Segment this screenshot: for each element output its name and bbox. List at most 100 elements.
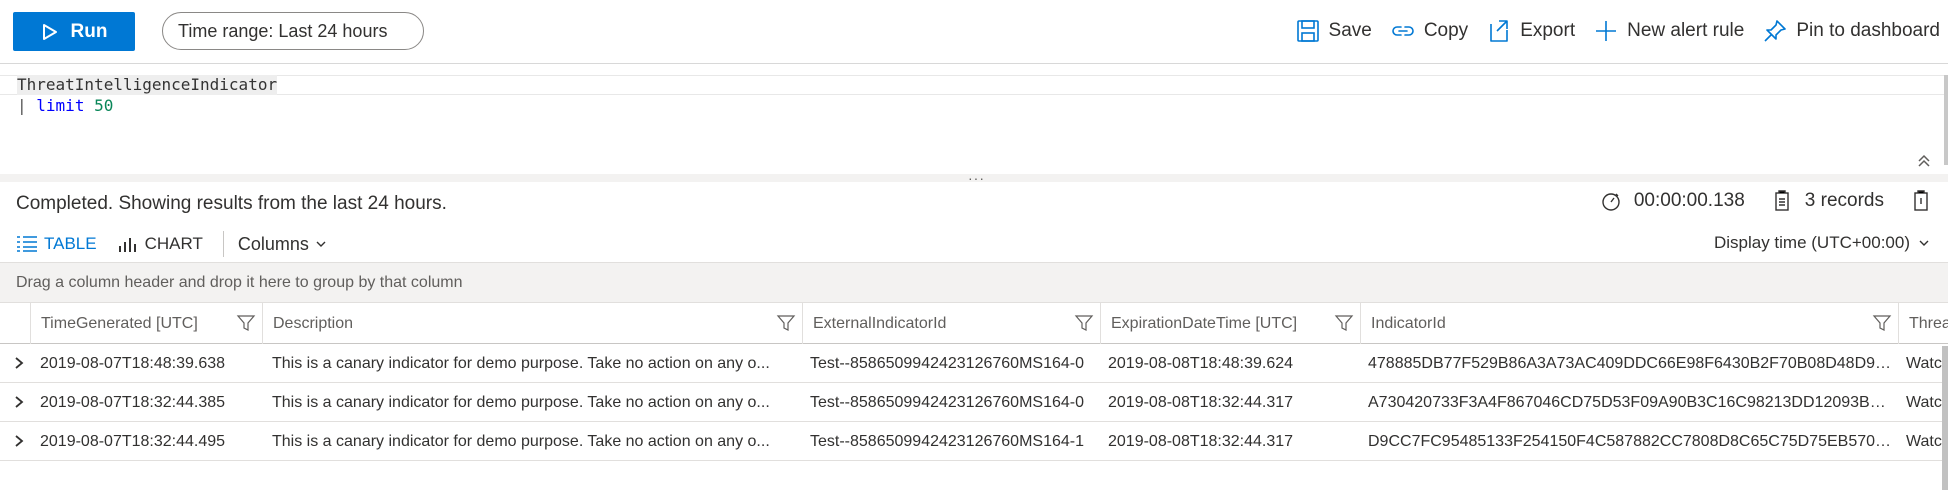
cell-timegenerated: 2019-08-07T18:48:39.638 bbox=[40, 355, 226, 372]
chevron-down-icon bbox=[1919, 240, 1929, 246]
query-stats: 00:00:00.138 3 records bbox=[1574, 190, 1944, 212]
cell-externalindicatorid: Test--8586509942423126760MS164-0 bbox=[810, 394, 1084, 411]
columns-dropdown[interactable]: Columns bbox=[238, 234, 327, 255]
results-table: TimeGenerated [UTC] Description External… bbox=[0, 303, 1948, 461]
column-header-label: TimeGenerated [UTC] bbox=[41, 315, 198, 332]
result-view-tabs: TABLE CHART Columns bbox=[16, 231, 327, 257]
column-header-externalindicatorid[interactable]: ExternalIndicatorId bbox=[802, 303, 1100, 344]
cell-threattype: Watc bbox=[1906, 394, 1942, 411]
tab-chart[interactable]: CHART bbox=[117, 234, 203, 254]
time-range-picker[interactable]: Time range: Last 24 hours bbox=[162, 12, 424, 50]
splitter-grip-icon[interactable]: ··· bbox=[968, 170, 985, 186]
editor-scrollbar[interactable] bbox=[1944, 75, 1948, 165]
export-label: Export bbox=[1520, 20, 1576, 41]
save-icon bbox=[1296, 20, 1319, 42]
table-row[interactable]: 2019-08-07T18:32:44.385 This is a canary… bbox=[0, 383, 1948, 422]
stopwatch-icon bbox=[1602, 193, 1620, 211]
copy-button[interactable]: Copy bbox=[1390, 18, 1468, 44]
pipe-operator: | bbox=[17, 96, 27, 115]
query-line-1: ThreatIntelligenceIndicator bbox=[17, 75, 278, 95]
query-status-message: Completed. Showing results from the last… bbox=[16, 193, 447, 214]
cell-threattype: Watc bbox=[1906, 433, 1942, 450]
cell-threattype: Watc bbox=[1906, 355, 1942, 372]
column-header-timegenerated[interactable]: TimeGenerated [UTC] bbox=[30, 303, 262, 344]
scrollbar-thumb[interactable] bbox=[1942, 346, 1948, 490]
time-range-label: Time range: bbox=[178, 20, 274, 41]
pin-icon bbox=[1764, 20, 1787, 42]
export-button[interactable]: Export bbox=[1486, 18, 1575, 44]
new-alert-rule-label: New alert rule bbox=[1627, 20, 1745, 41]
cell-indicatorid: A730420733F3A4F867046CD75D53F09A90B3C16C… bbox=[1368, 394, 1896, 411]
filter-icon[interactable] bbox=[236, 313, 256, 333]
clipboard-icon bbox=[1914, 190, 1928, 211]
duration-stat: 00:00:00.138 bbox=[1600, 190, 1745, 212]
cell-externalindicatorid: Test--8586509942423126760MS164-1 bbox=[810, 433, 1084, 450]
pin-to-dashboard-button[interactable]: Pin to dashboard bbox=[1762, 18, 1940, 44]
table-row[interactable]: 2019-08-07T18:48:39.638 This is a canary… bbox=[0, 344, 1948, 383]
duration-value: 00:00:00.138 bbox=[1633, 190, 1745, 211]
limit-keyword: limit bbox=[36, 96, 85, 115]
toolbar-actions: Save Copy Export New alert rule Pin to d… bbox=[1277, 14, 1940, 48]
chevron-down-icon bbox=[316, 241, 326, 247]
column-header-indicatorid[interactable]: IndicatorId bbox=[1360, 303, 1898, 344]
cell-description: This is a canary indicator for demo purp… bbox=[272, 394, 770, 411]
columns-label: Columns bbox=[237, 233, 309, 254]
cell-indicatorid: 478885DB77F529B86A3A73AC409DDC66E98F6430… bbox=[1368, 355, 1896, 372]
table-scrollbar[interactable] bbox=[1942, 346, 1948, 490]
column-header-expirationdatetime[interactable]: ExpirationDateTime [UTC] bbox=[1100, 303, 1360, 344]
records-stat: 3 records bbox=[1771, 190, 1884, 212]
cell-timegenerated: 2019-08-07T18:32:44.385 bbox=[40, 394, 226, 411]
pin-label: Pin to dashboard bbox=[1796, 20, 1940, 41]
query-editor[interactable]: ThreatIntelligenceIndicator | limit 50 bbox=[0, 65, 1948, 175]
tab-chart-label: CHART bbox=[144, 234, 203, 253]
tab-table-label: TABLE bbox=[44, 234, 97, 253]
collapse-up-icon[interactable] bbox=[1914, 151, 1934, 171]
group-by-drop-zone[interactable]: Drag a column header and drop it here to… bbox=[0, 262, 1948, 303]
cell-description: This is a canary indicator for demo purp… bbox=[272, 433, 770, 450]
cell-expirationdatetime: 2019-08-08T18:32:44.317 bbox=[1108, 394, 1294, 411]
cell-timegenerated: 2019-08-07T18:32:44.495 bbox=[40, 433, 226, 450]
filter-icon[interactable] bbox=[776, 313, 796, 333]
chevron-right-icon[interactable] bbox=[12, 434, 26, 448]
table-row[interactable]: 2019-08-07T18:32:44.495 This is a canary… bbox=[0, 422, 1948, 461]
tab-divider bbox=[222, 231, 224, 257]
link-icon bbox=[1392, 26, 1414, 36]
cell-description: This is a canary indicator for demo purp… bbox=[272, 355, 770, 372]
copy-results-button[interactable] bbox=[1910, 190, 1944, 212]
tab-table[interactable]: TABLE bbox=[16, 234, 97, 254]
cell-indicatorid: D9CC7FC95485133F254150F4C587882CC7808D8C… bbox=[1368, 433, 1896, 450]
clipboard-icon bbox=[1775, 190, 1789, 211]
plus-icon bbox=[1596, 21, 1617, 41]
save-button[interactable]: Save bbox=[1295, 18, 1372, 44]
column-header-label: IndicatorId bbox=[1371, 315, 1446, 332]
table-icon bbox=[17, 236, 37, 252]
play-icon bbox=[42, 23, 57, 40]
bar-chart-icon bbox=[118, 238, 136, 252]
query-line-2: | limit 50 bbox=[17, 96, 113, 116]
table-header-row: TimeGenerated [UTC] Description External… bbox=[0, 303, 1948, 344]
cell-expirationdatetime: 2019-08-08T18:48:39.624 bbox=[1108, 355, 1294, 372]
column-header-label: ExpirationDateTime [UTC] bbox=[1111, 315, 1298, 332]
chevron-right-icon[interactable] bbox=[12, 356, 26, 370]
column-header-threattype[interactable]: Threa bbox=[1898, 303, 1948, 344]
cell-externalindicatorid: Test--8586509942423126760MS164-0 bbox=[810, 355, 1084, 372]
column-header-description[interactable]: Description bbox=[262, 303, 802, 344]
query-toolbar: Run Time range: Last 24 hours Save Copy … bbox=[0, 0, 1948, 64]
new-alert-rule-button[interactable]: New alert rule bbox=[1593, 18, 1744, 44]
filter-icon[interactable] bbox=[1074, 313, 1094, 333]
filter-icon[interactable] bbox=[1334, 313, 1354, 333]
copy-label: Copy bbox=[1423, 20, 1469, 41]
chevron-right-icon[interactable] bbox=[12, 395, 26, 409]
save-label: Save bbox=[1328, 20, 1372, 41]
column-header-label: Description bbox=[273, 315, 354, 332]
time-range-value: Last 24 hours bbox=[278, 20, 388, 41]
limit-value: 50 bbox=[94, 96, 114, 115]
display-time-label: Display time (UTC+00:00) bbox=[1713, 233, 1910, 252]
cell-expirationdatetime: 2019-08-08T18:32:44.317 bbox=[1108, 433, 1294, 450]
run-button[interactable]: Run bbox=[13, 12, 135, 51]
filter-icon[interactable] bbox=[1872, 313, 1892, 333]
display-time-dropdown[interactable]: Display time (UTC+00:00) bbox=[1714, 233, 1930, 253]
column-header-label: Threa bbox=[1909, 315, 1948, 332]
records-count: 3 records bbox=[1804, 190, 1884, 211]
export-icon bbox=[1490, 20, 1508, 42]
